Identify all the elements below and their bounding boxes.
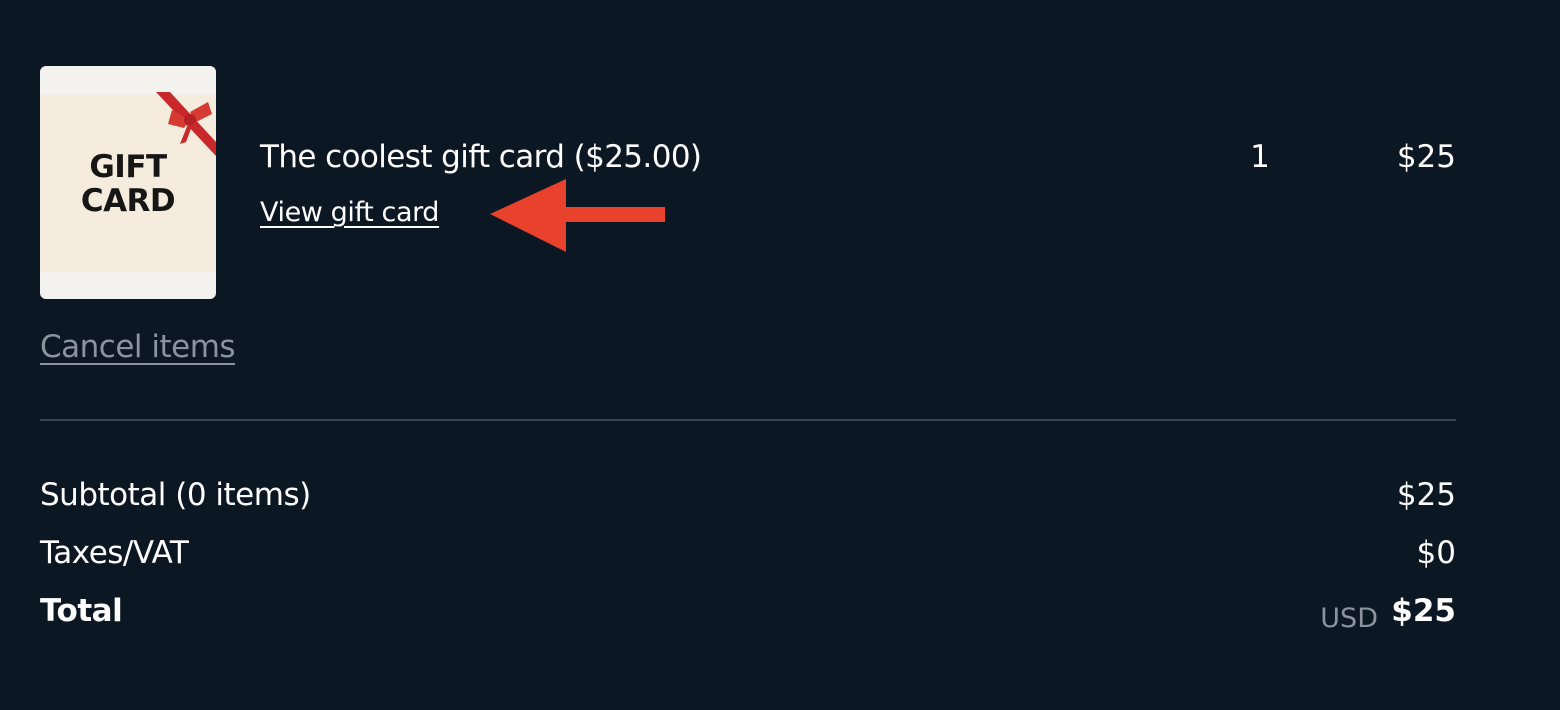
gift-card-thumbnail[interactable]: GIFT CARD xyxy=(40,66,216,299)
cancel-items-link[interactable]: Cancel items xyxy=(40,325,236,369)
taxes-value: $0 xyxy=(1416,535,1456,571)
subtotal-label: Subtotal (0 items) xyxy=(40,477,311,513)
taxes-label: Taxes/VAT xyxy=(40,535,189,571)
total-row: Total USD $25 xyxy=(40,589,1456,634)
taxes-row: Taxes/VAT $0 xyxy=(40,531,1456,575)
annotation-arrow-icon xyxy=(490,179,665,252)
gift-card-label-line2: CARD xyxy=(80,183,176,219)
subtotal-value: $25 xyxy=(1396,477,1456,513)
gift-card-label-line1: GIFT xyxy=(89,149,167,185)
gift-card-label: GIFT CARD xyxy=(40,150,216,218)
currency-code: USD xyxy=(1320,603,1378,634)
divider xyxy=(40,419,1456,421)
subtotal-row: Subtotal (0 items) $25 xyxy=(40,473,1456,517)
item-price: $25 xyxy=(1396,139,1456,175)
total-value: $25 xyxy=(1391,593,1456,629)
item-title: The coolest gift card ($25.00) xyxy=(260,139,702,175)
item-quantity: 1 xyxy=(1250,139,1270,175)
view-gift-card-link[interactable]: View gift card xyxy=(260,194,439,232)
total-label: Total xyxy=(40,593,123,629)
